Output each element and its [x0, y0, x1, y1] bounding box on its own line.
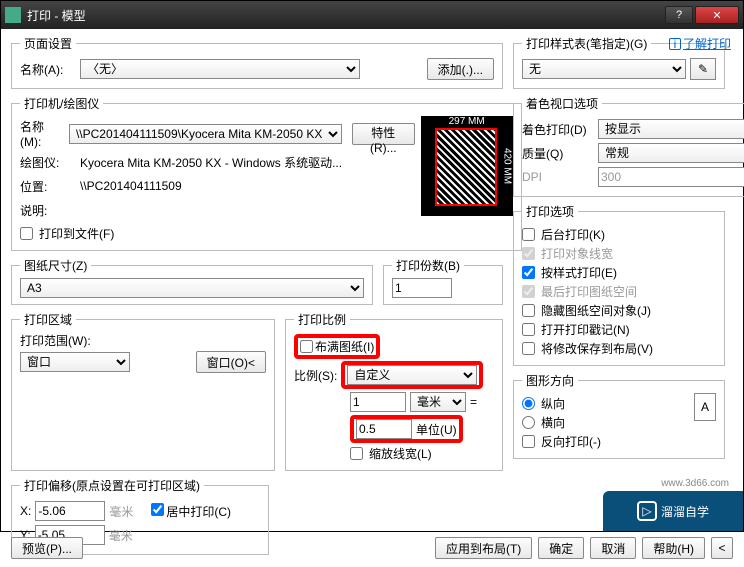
viewport-group: 着色视口选项 着色打印(D)按显示 质量(Q)常规 DPI [513, 95, 744, 197]
help-button[interactable]: ? [665, 6, 693, 24]
printer-legend: 打印机/绘图仪 [20, 95, 103, 112]
fit-paper-checkbox[interactable] [300, 340, 313, 353]
window-title: 打印 - 模型 [27, 7, 665, 24]
paper-size-select[interactable]: A3 [20, 278, 364, 298]
cancel-button[interactable]: 取消 [590, 537, 636, 559]
paper-size-group: 图纸尺寸(Z) A3 [11, 257, 373, 305]
scale-unit1-select[interactable]: 毫米 [410, 392, 466, 412]
upside-checkbox[interactable] [522, 435, 535, 448]
center-checkbox[interactable] [151, 503, 164, 516]
page-setup-name-select[interactable]: 〈无〉 [80, 59, 360, 79]
range-select[interactable]: 窗口 [20, 352, 130, 372]
orient-legend: 图形方向 [522, 372, 578, 389]
print-scale-group: 打印比例 布满图纸(I) 比例(S): 自定义 毫米 = [285, 311, 503, 471]
area-legend: 打印区域 [20, 311, 76, 328]
option-checkbox-5[interactable] [522, 323, 535, 336]
app-icon [5, 7, 21, 23]
scale-lw-checkbox[interactable] [350, 447, 363, 460]
plotter-label: 绘图仪: [20, 154, 76, 171]
print-area-group: 打印区域 打印范围(W): 窗口 窗口(O)< [11, 311, 275, 471]
ratio-select[interactable]: 自定义 [347, 365, 477, 385]
option-checkbox-1 [522, 247, 535, 260]
name-label: 名称(A): [20, 61, 76, 78]
scale-num2-input[interactable] [356, 419, 412, 439]
location-label: 位置: [20, 178, 76, 195]
page-setup-legend: 页面设置 [20, 35, 76, 52]
option-checkbox-6[interactable] [522, 342, 535, 355]
quality-select[interactable]: 常规 [598, 143, 744, 163]
copies-legend: 打印份数(B) [392, 257, 464, 274]
brand-watermark: ▷ 溜溜自学 [603, 491, 743, 531]
brand-url: www.3d66.com [661, 478, 729, 489]
option-checkbox-0[interactable] [522, 228, 535, 241]
offset-legend: 打印偏移(原点设置在可打印区域) [20, 477, 204, 494]
learn-print-link[interactable]: i了解打印 [669, 35, 731, 52]
ok-button[interactable]: 确定 [538, 537, 584, 559]
landscape-radio[interactable] [522, 416, 535, 429]
options-legend: 打印选项 [522, 203, 578, 220]
add-button[interactable]: 添加(.)... [427, 58, 494, 80]
option-checkbox-3 [522, 285, 535, 298]
paper-legend: 图纸尺寸(Z) [20, 257, 91, 274]
ratio-highlight: 自定义 [341, 361, 483, 389]
shade-select[interactable]: 按显示 [598, 119, 744, 139]
plotter-value: Kyocera Mita KM-2050 KX - Windows 系统驱动..… [80, 154, 342, 171]
printer-group: 打印机/绘图仪 名称(M): \\PC201404111509\Kyocera … [11, 95, 522, 251]
orientation-icon: A [694, 393, 716, 421]
expand-button[interactable]: < [711, 537, 733, 559]
range-label: 打印范围(W): [20, 332, 266, 349]
printer-name-label: 名称(M): [20, 118, 65, 149]
printer-name-select[interactable]: \\PC201404111509\Kyocera Mita KM-2050 KX [69, 124, 342, 144]
scale-legend: 打印比例 [294, 311, 350, 328]
print-options-group: 打印选项 后台打印(K)打印对象线宽按样式打印(E)最后打印图纸空间隐藏图纸空间… [513, 203, 725, 366]
print-to-file-checkbox[interactable] [20, 227, 33, 240]
copies-group: 打印份数(B) [383, 257, 503, 305]
option-checkbox-4[interactable] [522, 304, 535, 317]
help-button-footer[interactable]: 帮助(H) [642, 537, 705, 559]
orientation-group: 图形方向 纵向 横向 反向打印(-) A [513, 372, 725, 459]
dpi-input [598, 167, 744, 187]
location-value: \\PC201404111509 [80, 179, 182, 193]
window-pick-button[interactable]: 窗口(O)< [196, 351, 266, 373]
portrait-radio[interactable] [522, 397, 535, 410]
option-checkbox-2[interactable] [522, 266, 535, 279]
style-edit-button[interactable]: ✎ [690, 58, 716, 80]
titlebar: 打印 - 模型 ? ✕ [1, 1, 743, 29]
desc-label: 说明: [20, 202, 76, 219]
page-setup-group: 页面设置 名称(A): 〈无〉 添加(.)... [11, 35, 503, 89]
printer-props-button[interactable]: 特性(R)... [352, 123, 415, 145]
viewport-legend: 着色视口选项 [522, 95, 602, 112]
pencil-icon: ✎ [698, 62, 708, 76]
scale-num1-input[interactable] [350, 392, 406, 412]
paper-preview: 297 MM 420 MM [421, 116, 513, 216]
apply-layout-button[interactable]: 应用到布局(T) [435, 537, 532, 559]
info-icon: i [669, 38, 681, 50]
fit-paper-highlight: 布满图纸(I) [294, 334, 380, 359]
copies-input[interactable] [392, 278, 452, 298]
play-icon: ▷ [637, 501, 657, 521]
ratio-label: 比例(S): [294, 367, 337, 384]
style-legend: 打印样式表(笔指定)(G) [522, 35, 651, 52]
plot-style-select[interactable]: 无 [522, 59, 686, 79]
scale-num2-highlight: 单位(U) [350, 415, 463, 443]
close-button[interactable]: ✕ [695, 6, 739, 24]
preview-button[interactable]: 预览(P)... [11, 537, 83, 559]
offset-x-input[interactable] [35, 501, 105, 521]
